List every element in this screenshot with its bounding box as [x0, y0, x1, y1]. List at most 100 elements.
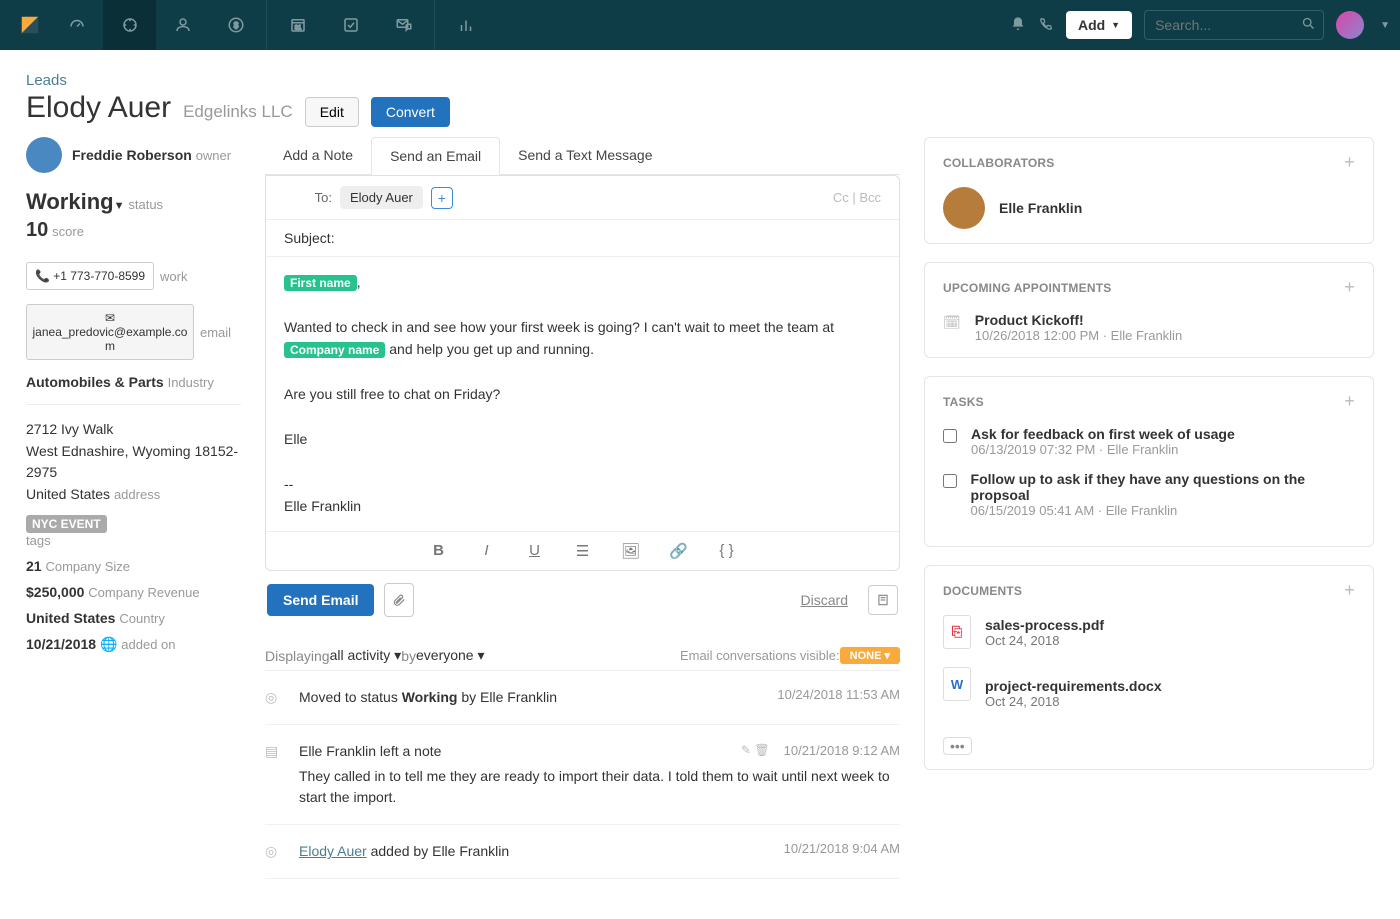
email-body[interactable]: First name, Wanted to check in and see h… [266, 257, 899, 531]
cc-bcc-toggle[interactable]: Cc | Bcc [833, 190, 881, 205]
to-recipient[interactable]: Elody Auer [340, 186, 423, 209]
bold-icon[interactable]: B [429, 542, 449, 560]
panel-title: DOCUMENTS [943, 584, 1022, 598]
list-icon[interactable]: ☰ [573, 542, 593, 560]
note-icon: ▤ [265, 743, 285, 808]
more-button[interactable]: ••• [943, 737, 972, 755]
pdf-icon: ⎘ [943, 615, 971, 649]
collaborator-name[interactable]: Elle Franklin [999, 200, 1082, 216]
filter-everyone[interactable]: everyone ▾ [416, 647, 485, 664]
nav-leads-icon[interactable] [103, 0, 156, 50]
merge-first-name[interactable]: First name [284, 275, 357, 291]
panel-title: COLLABORATORS [943, 156, 1055, 170]
activity-timestamp: 10/21/2018 9:12 AM [784, 741, 900, 762]
tab-add-note[interactable]: Add a Note [265, 137, 371, 174]
page-header: Leads Elody Auer Edgelinks LLC Edit Conv… [0, 50, 1400, 137]
nav-dashboard-icon[interactable] [50, 0, 103, 50]
nav-tasks-icon[interactable] [324, 0, 377, 50]
send-email-button[interactable]: Send Email [267, 584, 374, 616]
attach-button[interactable] [384, 583, 414, 617]
appointment-title[interactable]: Product Kickoff! [975, 312, 1182, 328]
visible-label: Email conversations visible: [680, 648, 840, 663]
main-content: Add a Note Send an Email Send a Text Mes… [241, 137, 924, 879]
address-country: United States [26, 486, 110, 502]
phone-chip[interactable]: 📞 +1 773-770-8599 [26, 262, 154, 290]
phone-icon[interactable] [1038, 16, 1054, 35]
editor-toolbar: B I U ☰ 🖼 🔗 { } [266, 531, 899, 570]
code-icon[interactable]: { } [717, 542, 737, 560]
score-label: score [52, 224, 84, 239]
nav-contacts-icon[interactable] [156, 0, 209, 50]
discard-link[interactable]: Discard [801, 592, 848, 608]
document-item[interactable]: W project-requirements.docx Oct 24, 2018 [943, 667, 1355, 719]
add-task-button[interactable]: + [1344, 391, 1355, 412]
lead-link[interactable]: Elody Auer [299, 843, 367, 859]
add-button[interactable]: Add▼ [1066, 11, 1132, 39]
delete-icon[interactable]: 🗑 [754, 743, 769, 757]
appointments-panel: UPCOMING APPOINTMENTS+ 🗓 Product Kickoff… [924, 262, 1374, 358]
nav-calendar-icon[interactable]: 31 [271, 0, 324, 50]
address-label: address [114, 487, 160, 502]
tab-send-text[interactable]: Send a Text Message [500, 137, 670, 174]
task-title[interactable]: Ask for feedback on first week of usage [971, 426, 1235, 442]
task-title[interactable]: Follow up to ask if they have any questi… [971, 471, 1355, 503]
task-checkbox[interactable] [943, 474, 957, 488]
collaborator-avatar[interactable] [943, 187, 985, 229]
tag-badge[interactable]: NYC EVENT [26, 515, 107, 533]
company-size-label: Company Size [45, 559, 130, 574]
tab-send-email[interactable]: Send an Email [371, 137, 500, 175]
documents-panel: DOCUMENTS + ⎘ sales-process.pdf Oct 24, 2… [924, 565, 1374, 770]
task-item: Ask for feedback on first week of usage … [943, 426, 1355, 457]
activity-item: ▤ Elle Franklin left a note ✎ 🗑 10/21/20… [265, 725, 900, 825]
panel-title: TASKS [943, 395, 984, 409]
company-name: Edgelinks LLC [183, 102, 293, 122]
activity-timestamp: 10/24/2018 11:53 AM [777, 687, 900, 708]
bell-icon[interactable] [1010, 16, 1026, 35]
calendar-icon: 🗓 [943, 314, 961, 343]
added-on-label: added on [121, 637, 175, 652]
image-icon[interactable]: 🖼 [621, 542, 641, 560]
email-value: janea_predovic@example.com [31, 325, 189, 353]
edit-icon[interactable]: ✎ [741, 743, 751, 757]
nav-reports-icon[interactable] [439, 0, 492, 50]
logo-icon[interactable] [10, 5, 50, 45]
search-input[interactable] [1144, 10, 1324, 40]
add-document-button[interactable]: + [1344, 580, 1355, 601]
document-name: sales-process.pdf [985, 617, 1104, 633]
user-avatar[interactable] [1336, 11, 1364, 39]
subject-input[interactable] [343, 230, 881, 246]
add-appointment-button[interactable]: + [1344, 277, 1355, 298]
add-collaborator-button[interactable]: + [1344, 152, 1355, 173]
underline-icon[interactable]: U [525, 542, 545, 560]
link-icon[interactable]: 🔗 [669, 542, 689, 560]
merge-company-name[interactable]: Company name [284, 342, 385, 358]
nav-comms-icon[interactable] [377, 0, 430, 50]
tags-label: tags [26, 533, 241, 548]
company-size-value: 21 [26, 558, 42, 574]
user-menu-caret-icon[interactable]: ▼ [1380, 20, 1390, 31]
convert-button[interactable]: Convert [371, 97, 450, 127]
template-button[interactable] [868, 585, 898, 615]
target-icon: ◎ [265, 843, 285, 862]
add-recipient-button[interactable]: + [431, 187, 453, 209]
visibility-badge[interactable]: NONE ▾ [840, 647, 900, 664]
email-chip[interactable]: ✉ janea_predovic@example.com [26, 304, 194, 360]
breadcrumb[interactable]: Leads [26, 72, 1374, 89]
add-label: Add [1078, 17, 1105, 33]
owner-label: owner [196, 148, 231, 163]
note-body: They called in to tell me they are ready… [299, 766, 900, 808]
owner-avatar[interactable] [26, 137, 62, 173]
italic-icon[interactable]: I [477, 542, 497, 560]
search-icon [1301, 16, 1316, 34]
edit-button[interactable]: Edit [305, 97, 359, 127]
docx-icon: W [943, 667, 971, 701]
task-checkbox[interactable] [943, 429, 957, 443]
document-item[interactable]: ⎘ sales-process.pdf Oct 24, 2018 [943, 615, 1355, 649]
country-label: Country [119, 611, 165, 626]
phone-label: work [160, 269, 187, 284]
owner-name: Freddie Roberson [72, 147, 192, 163]
filter-activity[interactable]: all activity ▾ [330, 647, 402, 664]
nav-deals-icon[interactable]: $ [209, 0, 262, 50]
collaborators-panel: COLLABORATORS + Elle Franklin [924, 137, 1374, 244]
status-value[interactable]: Working [26, 189, 114, 214]
